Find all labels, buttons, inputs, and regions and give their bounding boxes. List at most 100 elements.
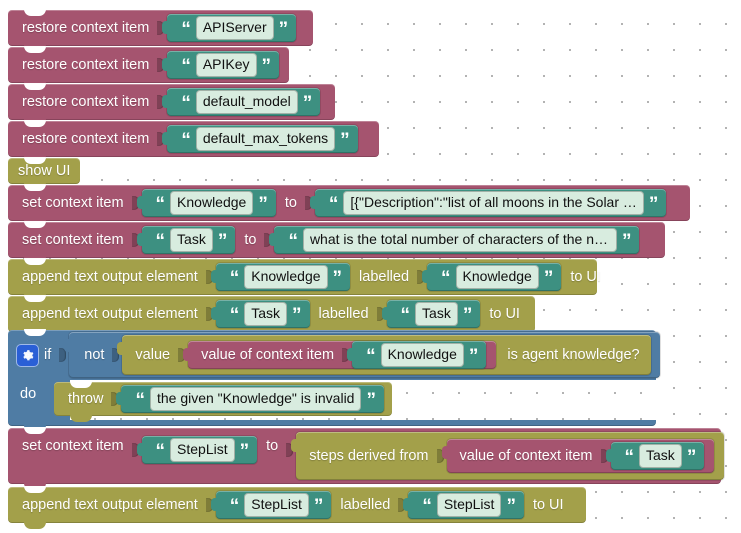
block-label: set context item (22, 194, 124, 211)
close-quote-icon: ” (621, 231, 632, 253)
open-quote-icon: “ (400, 305, 411, 327)
block-label: restore context item (22, 56, 150, 73)
block-label: restore context item (22, 19, 150, 36)
throw-label: throw (68, 390, 104, 407)
text-field[interactable]: APIServer (195, 16, 274, 40)
block-label: show UI (18, 162, 71, 179)
close-quote-icon: ” (258, 194, 268, 216)
text-field[interactable]: Task (244, 302, 288, 326)
block-label: append text output element (22, 268, 198, 285)
open-quote-icon: “ (135, 390, 145, 412)
text-field[interactable]: Knowledge (170, 191, 254, 215)
text-field[interactable]: StepList (244, 493, 309, 517)
text-value-block[interactable]: “ the given "Knowledge" is invalid ” (116, 385, 384, 413)
to-label: to (244, 231, 257, 248)
block-label: restore context item (22, 93, 150, 110)
text-value-block[interactable]: “ Knowledge ” (210, 263, 351, 291)
block-set-context-item[interactable]: set context item “ Task ” to “ what is t… (8, 221, 665, 264)
block-label: set context item (22, 438, 124, 454)
text-field[interactable]: [{"Description":"list of all moons in th… (343, 191, 644, 215)
text-value-block[interactable]: “ Task ” (136, 226, 236, 254)
open-quote-icon: “ (624, 447, 635, 469)
text-field[interactable]: Task (639, 444, 682, 468)
block-append-text-output-element[interactable]: append text output element “ Task ” labe… (8, 295, 535, 338)
text-value-block[interactable]: “ [{"Description":"list of all moons in … (309, 189, 667, 217)
block-throw[interactable]: throw “ the given "Knowledge" is invalid… (54, 381, 392, 422)
text-value-block[interactable]: “ StepList ” (136, 436, 258, 464)
text-field[interactable]: StepList (170, 438, 235, 462)
text-value-block[interactable]: “ APIServer ” (162, 14, 297, 42)
open-quote-icon: “ (181, 130, 191, 152)
to-label: to (266, 438, 279, 454)
close-quote-icon: ” (302, 93, 313, 115)
block-value-of-context-item[interactable]: value of context item “ Knowledge ” (183, 341, 497, 369)
text-field[interactable]: what is the total number of characters o… (302, 228, 617, 252)
text-field[interactable]: Knowledge (455, 265, 539, 289)
close-quote-icon: ” (340, 130, 350, 152)
text-value-block[interactable]: “ default_model ” (162, 88, 321, 116)
block-append-text-output-element[interactable]: append text output element “ Knowledge ”… (8, 258, 601, 301)
block-restore-context-item[interactable]: restore context item “ APIServer ” (8, 9, 313, 52)
open-quote-icon: “ (288, 231, 298, 253)
not-label: not (84, 347, 105, 363)
block-restore-context-item[interactable]: restore context item “ default_model ” (8, 83, 335, 126)
block-label: restore context item (22, 130, 150, 147)
close-quote-icon: ” (292, 305, 302, 327)
text-value-block[interactable]: “ Knowledge ” (422, 263, 562, 291)
open-quote-icon: “ (181, 93, 191, 115)
text-value-block[interactable]: “ Knowledge ” (136, 189, 276, 217)
text-value-block[interactable]: “ what is the total number of characters… (269, 226, 640, 254)
close-quote-icon: ” (278, 19, 289, 41)
block-steps-derived-from[interactable]: steps derived from value of context item… (291, 432, 725, 480)
text-value-block[interactable]: “ Task ” (605, 442, 705, 470)
text-field[interactable]: default_max_tokens (195, 127, 336, 151)
open-quote-icon: “ (155, 194, 166, 216)
text-value-block[interactable]: “ Knowledge ” (347, 341, 487, 369)
open-quote-icon: “ (181, 56, 191, 78)
text-field[interactable]: default_model (195, 90, 298, 114)
text-value-block[interactable]: “ APIKey ” (162, 51, 280, 79)
to-ui-label: to UI (489, 305, 520, 322)
close-quote-icon: ” (366, 390, 376, 412)
block-restore-context-item[interactable]: restore context item “ default_max_token… (8, 120, 379, 163)
block-label: append text output element (22, 305, 198, 322)
close-quote-icon: ” (332, 268, 343, 290)
text-value-block[interactable]: “ Task ” (381, 300, 481, 328)
block-controls-if[interactable]: if not value value of context item “ Kno… (8, 329, 660, 432)
steps-label: steps derived from (309, 447, 429, 464)
block-logic-not[interactable]: not value value of context item “ Knowle… (64, 332, 660, 378)
text-field[interactable]: Task (415, 302, 458, 326)
if-condition-row: if not value value of context item “ Kno… (8, 330, 663, 380)
labelled-label: labelled (318, 305, 369, 322)
open-quote-icon: “ (366, 346, 376, 368)
close-quote-icon: ” (506, 496, 516, 518)
text-value-block[interactable]: “ default_max_tokens ” (162, 125, 358, 153)
text-field[interactable]: Knowledge (244, 265, 328, 289)
block-restore-context-item[interactable]: restore context item “ APIKey ” (8, 46, 289, 89)
text-value-block[interactable]: “ Task ” (210, 300, 310, 328)
close-quote-icon: ” (648, 194, 659, 216)
text-field[interactable]: StepList (436, 493, 502, 517)
open-quote-icon: “ (422, 496, 432, 518)
block-value-of-context-item[interactable]: value of context item “ Task ” (441, 439, 715, 473)
text-field[interactable]: Task (170, 228, 213, 252)
text-field[interactable]: Knowledge (380, 343, 464, 367)
inner-block-label: value of context item (201, 347, 335, 363)
block-set-context-item[interactable]: set context item “ StepList ” to steps d… (8, 427, 725, 490)
value-label: value (135, 347, 171, 363)
text-value-block[interactable]: “ StepList ” (210, 491, 332, 519)
block-set-context-item[interactable]: set context item “ Knowledge ” to “ [{"D… (8, 184, 690, 227)
text-value-block[interactable]: “ StepList ” (403, 491, 524, 519)
blockly-workspace[interactable]: restore context item “ APIServer ” resto… (0, 0, 741, 533)
text-field[interactable]: APIKey (195, 53, 257, 77)
block-show-ui[interactable]: show UI (8, 157, 80, 190)
gear-icon[interactable] (16, 343, 39, 367)
block-append-text-output-element[interactable]: append text output element “ StepList ” … (8, 486, 586, 529)
text-field[interactable]: the given "Knowledge" is invalid (149, 387, 362, 411)
labelled-label: labelled (359, 268, 410, 285)
block-is-agent-knowledge[interactable]: value value of context item “ Knowledge … (117, 335, 651, 375)
labelled-label: labelled (340, 496, 391, 513)
open-quote-icon: “ (181, 19, 191, 41)
if-label: if (44, 347, 52, 363)
open-quote-icon: “ (229, 305, 240, 327)
